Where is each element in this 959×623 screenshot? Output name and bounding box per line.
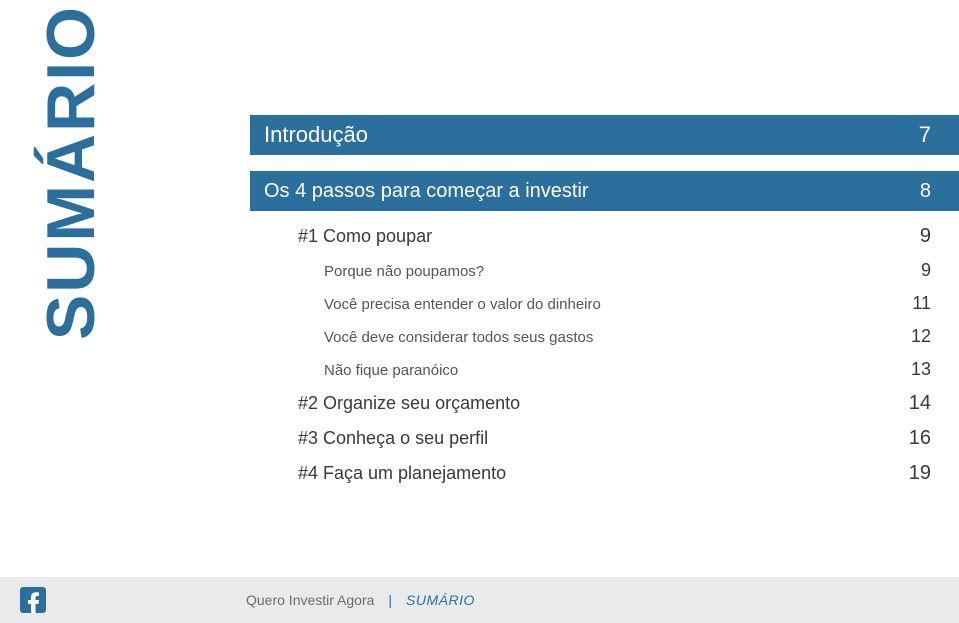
toc-section-label: Os 4 passos para começar a investir — [264, 180, 589, 203]
toc-section-page: 8 — [920, 180, 931, 203]
toc-intro-page: 7 — [919, 122, 931, 148]
toc-intro-label: Introdução — [264, 122, 368, 148]
toc-entry[interactable]: Porque não poupamos? 9 — [250, 254, 959, 287]
toc-entry-label: #1 Como poupar — [298, 226, 432, 247]
toc-entry[interactable]: #1 Como poupar 9 — [250, 219, 959, 254]
toc-entry[interactable]: Você deve considerar todos seus gastos 1… — [250, 320, 959, 353]
toc-entry-page: 16 — [909, 427, 931, 450]
footer-brand: Quero Investir Agora — [246, 592, 374, 608]
toc-entry-page: 13 — [911, 359, 931, 380]
toc-entry[interactable]: #4 Faça um planejamento 19 — [250, 456, 959, 491]
toc-entry-label: #3 Conheça o seu perfil — [298, 428, 488, 449]
toc-entry-label: Não fique paranóico — [324, 362, 458, 379]
toc-entry-label: Porque não poupamos? — [324, 263, 484, 280]
toc-entry-page: 9 — [920, 225, 931, 248]
toc-section-bar[interactable]: Os 4 passos para começar a investir 8 — [250, 171, 959, 211]
toc-entry-label: Você deve considerar todos seus gastos — [324, 329, 593, 346]
toc-entry-page: 19 — [909, 462, 931, 485]
facebook-glyph — [25, 591, 41, 613]
vertical-section-title: SUMÁRIO — [32, 5, 110, 340]
toc-entry[interactable]: #2 Organize seu orçamento 14 — [250, 386, 959, 421]
facebook-icon[interactable] — [20, 587, 46, 613]
toc-entry-page: 12 — [911, 326, 931, 347]
toc-entry-page: 14 — [909, 392, 931, 415]
toc-entry-page: 9 — [921, 260, 931, 281]
toc-entry-label: Você precisa entender o valor do dinheir… — [324, 296, 601, 313]
toc-entry[interactable]: #3 Conheça o seu perfil 16 — [250, 421, 959, 456]
footer-separator: | — [388, 592, 392, 608]
page: SUMÁRIO Introdução 7 Os 4 passos para co… — [0, 0, 959, 623]
footer-crumb: SUMÁRIO — [406, 592, 475, 608]
toc-intro-bar[interactable]: Introdução 7 — [250, 115, 959, 155]
toc-content: Introdução 7 Os 4 passos para começar a … — [250, 115, 959, 491]
footer-bar: Quero Investir Agora | SUMÁRIO — [0, 577, 959, 623]
toc-entry[interactable]: Não fique paranóico 13 — [250, 353, 959, 386]
toc-entry-page: 11 — [912, 293, 931, 314]
toc-entry-label: #2 Organize seu orçamento — [298, 393, 520, 414]
toc-entry-label: #4 Faça um planejamento — [298, 463, 506, 484]
toc-entry[interactable]: Você precisa entender o valor do dinheir… — [250, 287, 959, 320]
